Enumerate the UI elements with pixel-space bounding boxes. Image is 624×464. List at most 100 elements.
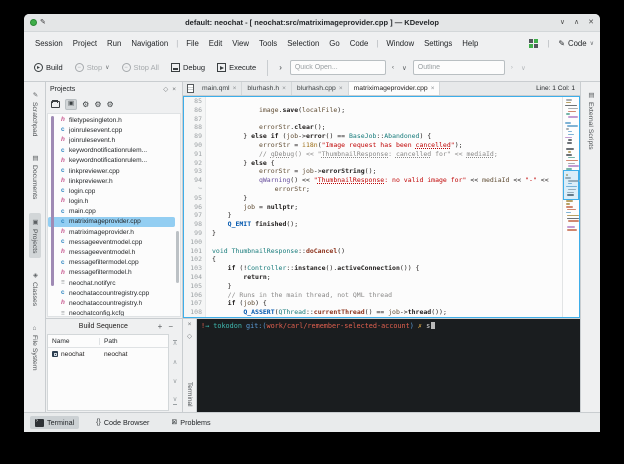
build-settings-icon[interactable]: ⚙ xyxy=(82,101,89,109)
tree-item-keywordnotificationrulem[interactable]: hkeywordnotificationrulem... xyxy=(48,156,180,166)
menu-code[interactable]: Code xyxy=(345,36,374,51)
tree-item-matriximageprovider-h[interactable]: hmatriximageprovider.h xyxy=(48,227,180,237)
column-header-path[interactable]: Path xyxy=(100,338,122,345)
code-text: // Runs in the main thread, not QML thre… xyxy=(206,291,392,300)
tree-item-messagefiltermodel-h[interactable]: hmessagefiltermodel.h xyxy=(48,268,180,278)
history-dropdown-icon[interactable]: ∨ xyxy=(519,64,528,72)
code-line-98: 98 Q_EMIT finished(); xyxy=(184,220,562,229)
tree-item-login-cpp[interactable]: clogin.cpp xyxy=(48,186,180,196)
move-down-icon[interactable]: ∨ xyxy=(173,379,178,386)
terminal-toggle-button[interactable]: Terminal xyxy=(30,416,79,429)
debug-button[interactable]: Debug xyxy=(167,60,209,75)
sidebar-tab-label: Projects xyxy=(31,229,38,254)
close-button[interactable]: ✕ xyxy=(588,19,594,26)
sidebar-tab-projects[interactable]: ▣Projects xyxy=(29,213,41,259)
code-text: void ThumbnailResponse::doCancel() xyxy=(206,247,345,256)
tree-item-neochatconfig-kcfg[interactable]: ≡neochatconfig.kcfg xyxy=(48,309,180,317)
menu-selection[interactable]: Selection xyxy=(282,36,324,51)
menu-navigation[interactable]: Navigation xyxy=(126,36,173,51)
tab-blurhash-cpp[interactable]: blurhash.cpp× xyxy=(292,82,349,95)
terminal-output[interactable]: !→ tokodon git:(work/carl/remember-selec… xyxy=(197,319,580,412)
tree-item-messageeventmodel-cpp[interactable]: cmessageeventmodel.cpp xyxy=(48,237,180,247)
maximize-button[interactable]: ∧ xyxy=(574,19,579,26)
tree-item-neochat-notifyrc[interactable]: ≡neochat.notifyrc xyxy=(48,278,180,288)
tree-scrollbar[interactable] xyxy=(176,231,179,283)
close-tab-icon[interactable]: × xyxy=(431,85,435,92)
detach-terminal-icon[interactable]: ◇ xyxy=(185,332,194,340)
add-build-item-icon[interactable]: + xyxy=(155,322,166,331)
menu-help[interactable]: Help xyxy=(457,36,483,51)
close-tab-icon[interactable]: × xyxy=(233,85,237,92)
document-switcher-button[interactable] xyxy=(183,82,197,95)
tree-item-neochataccountregistry-cpp[interactable]: cneochataccountregistry.cpp xyxy=(48,288,180,298)
menu-file[interactable]: File xyxy=(181,36,204,51)
remove-build-item-icon[interactable]: − xyxy=(165,322,176,331)
configure-icon[interactable]: ⚙ xyxy=(94,101,101,109)
tree-item-messagefiltermodel-cpp[interactable]: cmessagefiltermodel.cpp xyxy=(48,258,180,268)
sidebar-tab-scratchpad[interactable]: ✎Scratchpad xyxy=(29,86,41,141)
menu-view[interactable]: View xyxy=(227,36,254,51)
menu-project[interactable]: Project xyxy=(68,36,102,51)
tree-item-joinrulesevent-h[interactable]: hjoinrulesevent.h xyxy=(48,135,180,145)
tree-item-keywordnotificationrulem[interactable]: ckeywordnotificationrulem... xyxy=(48,146,180,156)
detach-panel-icon[interactable]: ◇ xyxy=(161,85,170,93)
tree-item-messageeventmodel-h[interactable]: hmessageeventmodel.h xyxy=(48,247,180,257)
problems-toggle-button[interactable]: ⊠ Problems xyxy=(166,416,215,429)
menu-edit[interactable]: Edit xyxy=(204,36,227,51)
close-terminal-icon[interactable]: × xyxy=(186,321,194,328)
sidebar-tab-file-system[interactable]: ⌂File System xyxy=(29,320,40,376)
outline-dropdown-icon[interactable]: ∨ xyxy=(400,64,409,72)
code-editor[interactable]: 8586 image.save(localFile);8788 errorStr… xyxy=(183,96,580,318)
menu-go[interactable]: Go xyxy=(324,36,344,51)
project-file-tree[interactable]: hfiletypesingleton.hcjoinrulesevent.cpph… xyxy=(47,113,181,317)
code-area-button[interactable]: ✎ Code ∨ xyxy=(558,39,594,48)
minimize-button[interactable]: ∨ xyxy=(560,19,565,26)
filter-icon[interactable]: ⚙ xyxy=(107,101,114,109)
build-sequence-row[interactable]: neochatneochat xyxy=(48,348,168,360)
sidebar-tab-external-scripts[interactable]: ▤ External Scripts xyxy=(585,86,597,155)
menu-session[interactable]: Session xyxy=(30,36,68,51)
build-button[interactable]: ▸ Build xyxy=(30,60,67,75)
menu-run[interactable]: Run xyxy=(102,36,126,51)
menu-window[interactable]: Window xyxy=(381,36,419,51)
forward-icon[interactable]: › xyxy=(509,64,515,71)
minimap-viewport[interactable] xyxy=(563,170,579,201)
tree-item-matriximageprovider-cpp[interactable]: cmatriximageprovider.cpp xyxy=(48,217,175,227)
projects-panel: Projects ◇ × ▣ ⚙ ⚙ ⚙ hfiletypesingl xyxy=(46,82,182,318)
tab-main-qml[interactable]: main.qml× xyxy=(197,82,242,95)
sidebar-tab-documents[interactable]: ▤Documents xyxy=(29,149,41,204)
outline-input[interactable] xyxy=(413,60,505,75)
close-tab-icon[interactable]: × xyxy=(282,85,286,92)
outline-back-icon[interactable]: ‹ xyxy=(390,64,396,71)
tree-item-linkpreviewer-cpp[interactable]: clinkpreviewer.cpp xyxy=(48,166,180,176)
show-targets-icon[interactable]: ▣ xyxy=(65,99,77,110)
tree-item-linkpreviewer-h[interactable]: hlinkpreviewer.h xyxy=(48,176,180,186)
tab-blurhash-h[interactable]: blurhash.h× xyxy=(242,82,292,95)
sidebar-tab-classes[interactable]: ◈Classes xyxy=(29,266,41,311)
tree-item-main-cpp[interactable]: cmain.cpp xyxy=(48,207,180,217)
tree-item-filetypesingleton-h[interactable]: hfiletypesingleton.h xyxy=(48,115,180,125)
move-up-icon[interactable]: ∧ xyxy=(173,360,178,367)
stop-button[interactable]: − Stop ∨ xyxy=(71,60,114,75)
execute-button[interactable]: Execute xyxy=(213,60,260,75)
close-panel-icon[interactable]: × xyxy=(170,86,178,93)
code-browser-toggle-button[interactable]: {} Code Browser xyxy=(91,416,154,429)
area-switcher-icon[interactable] xyxy=(529,39,538,48)
menu-settings[interactable]: Settings xyxy=(419,36,457,51)
column-header-name[interactable]: Name xyxy=(48,338,100,345)
menu-tools[interactable]: Tools xyxy=(254,36,282,51)
close-tab-icon[interactable]: × xyxy=(339,85,343,92)
move-top-icon[interactable]: ∧ xyxy=(173,340,178,348)
open-project-icon[interactable] xyxy=(51,101,60,108)
move-bottom-icon[interactable]: ∨ xyxy=(173,397,178,405)
minimap-scrollbar[interactable] xyxy=(562,97,579,317)
quick-open-input[interactable] xyxy=(290,60,386,75)
file-name: messageeventmodel.cpp xyxy=(69,239,142,246)
tree-item-login-h[interactable]: hlogin.h xyxy=(48,197,180,207)
tree-item-neochataccountregistry-h[interactable]: hneochataccountregistry.h xyxy=(48,298,180,308)
title-bar[interactable]: ✎ default: neochat - [ neochat:src/matri… xyxy=(24,14,600,32)
tab-matriximageprovider-cpp[interactable]: matriximageprovider.cpp× xyxy=(349,82,441,95)
stop-all-button[interactable]: − Stop All xyxy=(118,60,163,75)
toolbar-extender-icon[interactable]: › xyxy=(275,63,286,72)
tree-item-joinrulesevent-cpp[interactable]: cjoinrulesevent.cpp xyxy=(48,125,180,135)
